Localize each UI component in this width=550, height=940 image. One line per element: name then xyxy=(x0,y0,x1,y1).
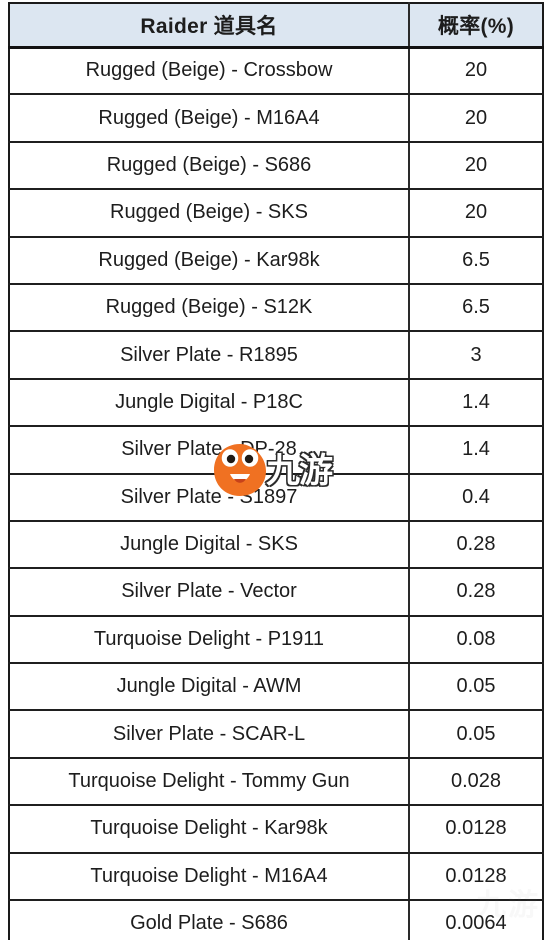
table-row: Rugged (Beige) - S686 20 xyxy=(8,141,544,191)
cell-probability: 0.28 xyxy=(408,520,544,570)
table-row: Silver Plate - R1895 3 xyxy=(8,330,544,380)
cell-item-name: Rugged (Beige) - S12K xyxy=(8,283,410,333)
table-row: Jungle Digital - P18C 1.4 xyxy=(8,378,544,428)
table-header-row: Raider 道具名 概率(%) xyxy=(8,2,544,49)
cell-probability: 0.028 xyxy=(408,757,544,807)
cell-probability: 20 xyxy=(408,46,544,96)
cell-probability: 0.05 xyxy=(408,662,544,712)
cell-probability: 6.5 xyxy=(408,236,544,285)
drop-rate-table: Raider 道具名 概率(%) Rugged (Beige) - Crossb… xyxy=(8,2,544,940)
cell-item-name: Silver Plate - R1895 xyxy=(8,330,410,380)
cell-probability: 0.0064 xyxy=(408,899,544,940)
cell-probability: 20 xyxy=(408,188,544,238)
cell-probability: 0.28 xyxy=(408,567,544,617)
cell-probability: 0.0128 xyxy=(408,804,544,854)
cell-item-name: Jungle Digital - SKS xyxy=(8,520,410,570)
column-header-item-name: Raider 道具名 xyxy=(8,2,410,49)
cell-item-name: Rugged (Beige) - M16A4 xyxy=(8,93,410,143)
cell-probability: 0.0128 xyxy=(408,852,544,902)
cell-item-name: Rugged (Beige) - Crossbow xyxy=(8,46,410,96)
cell-item-name: Rugged (Beige) - Kar98k xyxy=(8,236,410,285)
cell-item-name: Turquoise Delight - Kar98k xyxy=(8,804,410,854)
table-row: Silver Plate - SCAR-L 0.05 xyxy=(8,709,544,759)
cell-probability: 3 xyxy=(408,330,544,380)
cell-item-name: Turquoise Delight - M16A4 xyxy=(8,852,410,902)
cell-item-name: Jungle Digital - AWM xyxy=(8,662,410,712)
cell-probability: 0.4 xyxy=(408,473,544,522)
table-row: Turquoise Delight - Kar98k 0.0128 xyxy=(8,804,544,854)
table-row: Silver Plate - Vector 0.28 xyxy=(8,567,544,617)
cell-item-name: Silver Plate - Vector xyxy=(8,567,410,617)
table-row: Jungle Digital - SKS 0.28 xyxy=(8,520,544,570)
cell-item-name: Silver Plate - S1897 xyxy=(8,473,410,522)
cell-item-name: Jungle Digital - P18C xyxy=(8,378,410,428)
cell-item-name: Rugged (Beige) - SKS xyxy=(8,188,410,238)
table-row: Silver Plate - S1897 0.4 xyxy=(8,473,544,522)
column-header-probability: 概率(%) xyxy=(408,2,544,49)
cell-probability: 1.4 xyxy=(408,378,544,428)
table-row: Turquoise Delight - Tommy Gun 0.028 xyxy=(8,757,544,807)
table-row: Gold Plate - S686 0.0064 xyxy=(8,899,544,940)
table-row: Rugged (Beige) - Crossbow 20 xyxy=(8,46,544,96)
cell-probability: 6.5 xyxy=(408,283,544,333)
table-row: Turquoise Delight - P1911 0.08 xyxy=(8,615,544,665)
drop-rate-table-container: Raider 道具名 概率(%) Rugged (Beige) - Crossb… xyxy=(8,2,544,940)
cell-probability: 1.4 xyxy=(408,425,544,475)
table-row: Rugged (Beige) - Kar98k 6.5 xyxy=(8,236,544,285)
cell-probability: 0.05 xyxy=(408,709,544,759)
cell-item-name: Rugged (Beige) - S686 xyxy=(8,141,410,191)
cell-probability: 0.08 xyxy=(408,615,544,665)
cell-probability: 20 xyxy=(408,93,544,143)
table-body: Rugged (Beige) - Crossbow 20 Rugged (Beige… xyxy=(8,46,544,940)
table-row: Turquoise Delight - M16A4 0.0128 xyxy=(8,852,544,902)
table-row: Rugged (Beige) - SKS 20 xyxy=(8,188,544,238)
cell-item-name: Gold Plate - S686 xyxy=(8,899,410,940)
cell-item-name: Silver Plate - SCAR-L xyxy=(8,709,410,759)
cell-probability: 20 xyxy=(408,141,544,191)
table-header: Raider 道具名 概率(%) xyxy=(8,2,544,49)
table-row: Jungle Digital - AWM 0.05 xyxy=(8,662,544,712)
table-row: Rugged (Beige) - M16A4 20 xyxy=(8,93,544,143)
cell-item-name: Silver Plate - DP-28 xyxy=(8,425,410,475)
cell-item-name: Turquoise Delight - Tommy Gun xyxy=(8,757,410,807)
cell-item-name: Turquoise Delight - P1911 xyxy=(8,615,410,665)
table-row: Silver Plate - DP-28 1.4 xyxy=(8,425,544,475)
table-row: Rugged (Beige) - S12K 6.5 xyxy=(8,283,544,333)
